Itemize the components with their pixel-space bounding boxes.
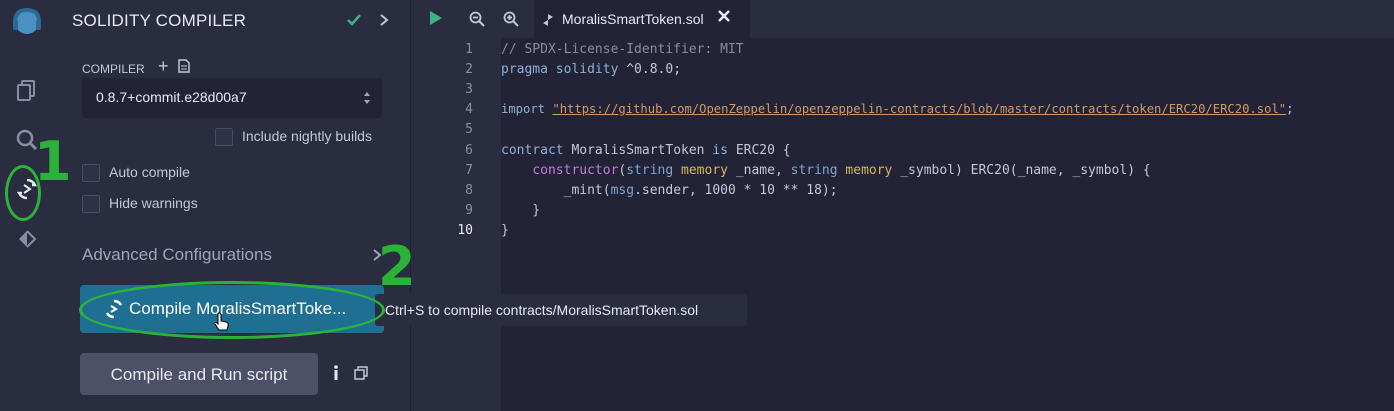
line-number: 5 <box>465 122 473 137</box>
code-token: msg <box>610 183 635 198</box>
remix-logo-icon[interactable] <box>9 6 45 42</box>
document-icon[interactable] <box>178 59 190 78</box>
panel-title: SOLIDITY COMPILER <box>72 11 247 30</box>
annotation-ring <box>79 281 385 339</box>
compiler-version-select[interactable]: 0.8.7+commit.e28d00a7 <box>82 78 382 118</box>
line-number: 9 <box>465 203 473 218</box>
file-explorer-icon[interactable] <box>9 72 45 108</box>
line-number: 1 <box>465 42 473 57</box>
auto-compile-checkbox[interactable] <box>82 164 100 182</box>
line-number: 8 <box>465 183 473 198</box>
line-number: 7 <box>465 163 473 178</box>
hide-warnings-checkbox[interactable] <box>82 195 100 213</box>
code-token: contract <box>501 143 564 158</box>
deploy-run-icon[interactable] <box>9 221 45 257</box>
code-token: MoralisSmartToken <box>563 143 713 158</box>
code-token: .sender, 1000 * 10 ** 18); <box>634 183 838 198</box>
code-token: constructor <box>532 163 619 178</box>
compile-and-run-label: Compile and Run script <box>110 365 288 384</box>
include-nightly-checkbox[interactable] <box>215 128 233 146</box>
code-token: _mint( <box>501 183 611 198</box>
code-token: memory <box>845 163 893 178</box>
code-editor: MoralisSmartToken.sol 1 2 3 4 5 6 7 8 9 … <box>411 0 1394 411</box>
copy-icon[interactable] <box>354 366 368 385</box>
code-token: ^0.8.0; <box>618 62 682 77</box>
code-token: _symbol) ERC20(_name, _symbol) { <box>892 163 1151 178</box>
compile-tooltip: Ctrl+S to compile contracts/MoralisSmart… <box>375 294 747 326</box>
import-url-link[interactable]: "https://github.com/OpenZeppelin/openzep… <box>552 102 1286 116</box>
code-token: ; <box>1286 102 1294 116</box>
code-token: memory <box>681 163 728 178</box>
code-line[interactable]: import "https://github.com/OpenZeppelin/… <box>501 102 1293 116</box>
line-number: 4 <box>465 102 473 117</box>
code-token: string <box>790 163 838 178</box>
add-compiler-icon[interactable]: + <box>158 56 169 77</box>
code-line[interactable]: // SPDX-License-Identifier: MIT <box>501 42 744 57</box>
compiler-version-value: 0.8.7+commit.e28d00a7 <box>96 89 247 105</box>
code-token: is <box>712 143 728 158</box>
include-nightly-label: Include nightly builds <box>242 128 372 144</box>
tooltip-text: Ctrl+S to compile contracts/MoralisSmart… <box>385 302 699 318</box>
info-icon[interactable] <box>332 365 340 386</box>
tab-label: MoralisSmartToken.sol <box>562 11 704 27</box>
annotation-number: 1 <box>34 130 72 193</box>
code-token: string <box>626 163 674 178</box>
zoom-in-icon[interactable] <box>503 11 519 32</box>
code-token: ERC20 { <box>728 143 791 158</box>
code-line[interactable]: constructor(string memory _name, string … <box>501 163 1151 178</box>
editor-tab-bar: MoralisSmartToken.sol <box>411 0 1394 38</box>
compile-and-run-button[interactable]: Compile and Run script <box>80 353 318 395</box>
zoom-out-icon[interactable] <box>469 11 485 32</box>
code-token: pragma solidity <box>501 62 619 77</box>
auto-compile-label: Auto compile <box>109 164 190 180</box>
code-line[interactable]: contract MoralisSmartToken is ERC20 { <box>501 143 791 158</box>
code-line[interactable]: pragma solidity ^0.8.0; <box>501 62 681 77</box>
advanced-configurations-toggle[interactable]: Advanced Configurations <box>82 245 272 265</box>
line-number-gutter: 1 2 3 4 5 6 7 8 9 10 <box>411 38 501 411</box>
line-number: 10 <box>457 223 473 238</box>
close-icon[interactable] <box>716 8 732 24</box>
annotation-number: 2 <box>378 235 416 298</box>
line-number: 3 <box>465 82 473 97</box>
code-token: import <box>501 102 546 116</box>
code-line[interactable]: _mint(msg.sender, 1000 * 10 ** 18); <box>501 183 838 198</box>
compiler-label: COMPILER <box>82 62 145 76</box>
tab-moralis-smart-token[interactable]: MoralisSmartToken.sol <box>534 0 750 38</box>
code-token: _name, <box>728 163 791 178</box>
line-number: 2 <box>465 62 473 77</box>
code-line[interactable]: } <box>501 223 509 238</box>
run-icon[interactable] <box>428 10 444 31</box>
check-icon <box>346 12 362 33</box>
hand-cursor-icon <box>214 312 230 337</box>
code-line[interactable]: } <box>501 203 540 218</box>
compiler-panel: SOLIDITY COMPILER COMPILER + 0.8.7+commi… <box>54 0 411 411</box>
solidity-file-icon <box>543 14 553 26</box>
line-number: 6 <box>465 143 473 158</box>
chevron-right-icon[interactable] <box>378 12 390 33</box>
select-arrows-icon <box>364 92 370 104</box>
hide-warnings-label: Hide warnings <box>109 195 198 211</box>
